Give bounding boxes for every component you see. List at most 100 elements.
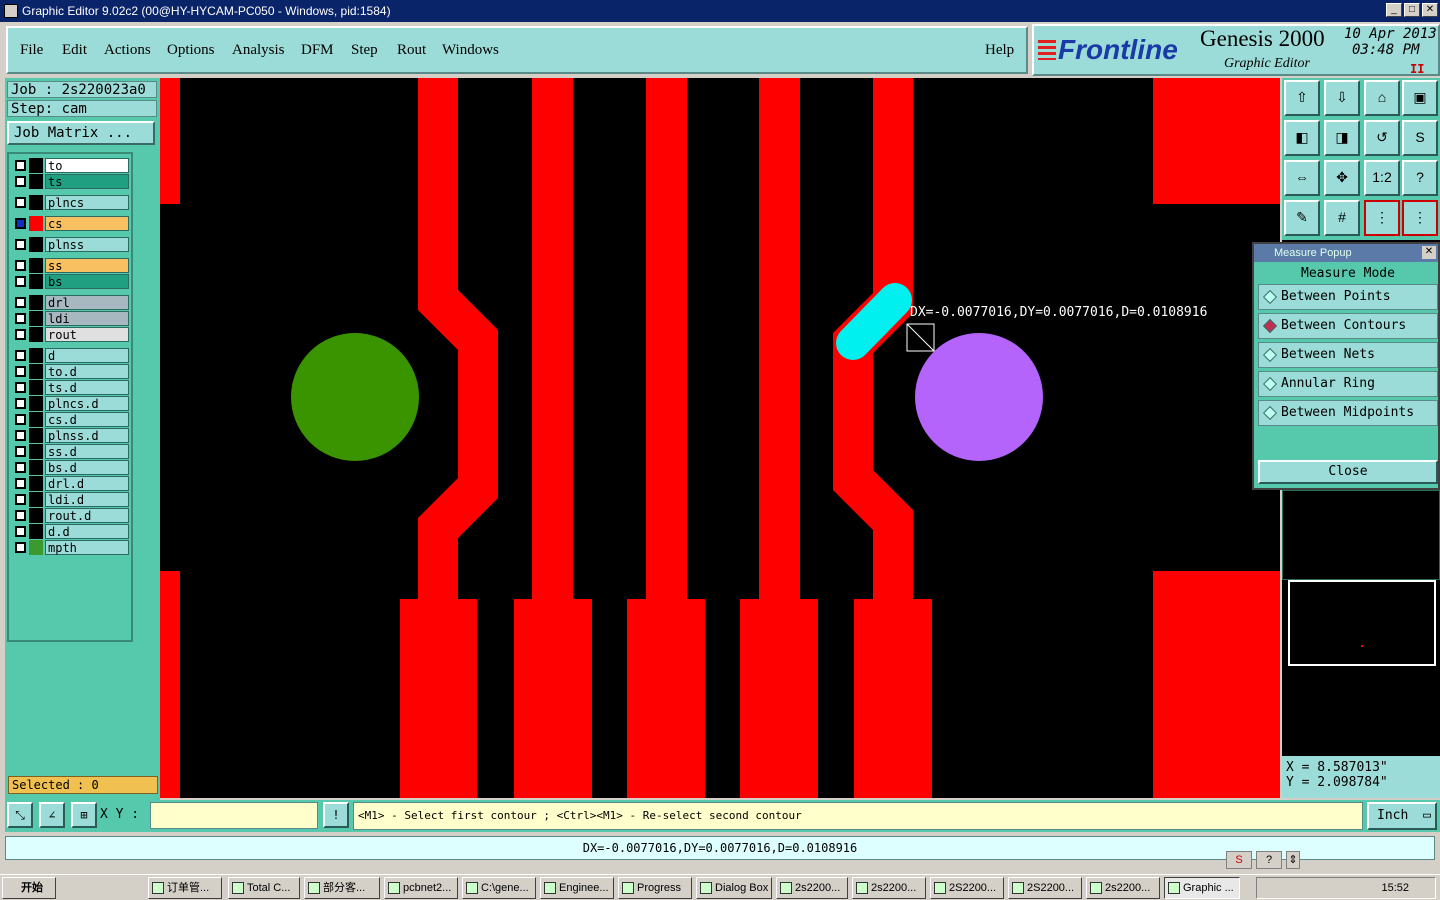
xy-input[interactable] [150,802,318,829]
taskbar-item[interactable]: Graphic ... [1164,877,1240,899]
layer-color-swatch[interactable] [29,508,43,523]
layer-checkbox[interactable] [15,197,26,208]
layer-name[interactable]: drl.d [45,476,129,491]
layer-checkbox[interactable] [15,542,26,553]
question-icon[interactable]: ? [1256,851,1282,869]
layer-row-plncs[interactable]: plncs [13,195,129,210]
layer-checkbox[interactable] [15,414,26,425]
menu-windows[interactable]: Windows [442,42,499,59]
popup-close-icon[interactable]: ✕ [1422,246,1436,259]
layer-name[interactable]: rout.d [45,508,129,523]
layer-color-swatch[interactable] [29,380,43,395]
measure-tool-icon[interactable]: ✎ [1284,200,1320,236]
layer-name[interactable]: plnss [45,237,129,252]
start-button[interactable]: 开始 [2,877,56,899]
layer-name[interactable]: ss.d [45,444,129,459]
pan-left-icon[interactable]: ◧ [1284,120,1320,156]
layer-checkbox[interactable] [15,462,26,473]
layer-color-swatch[interactable] [29,444,43,459]
home-icon[interactable]: ⌂ [1364,80,1400,116]
job-matrix-button[interactable]: Job Matrix ... [7,121,155,145]
layer-checkbox[interactable] [15,366,26,377]
layer-row-ts[interactable]: ts [13,174,129,189]
taskbar-item[interactable]: Total C... [228,877,300,899]
layer-color-swatch[interactable] [29,428,43,443]
taskbar-item[interactable]: 2s2200... [1086,877,1160,899]
layer-name[interactable]: ldi [45,311,129,326]
layer-color-swatch[interactable] [29,295,43,310]
menu-step[interactable]: Step [351,42,378,59]
layer-name[interactable]: rout [45,327,129,342]
layer-name[interactable]: plncs.d [45,396,129,411]
nets-icon[interactable]: ⋮ [1364,200,1400,236]
layer-row-plnss-d[interactable]: plnss.d [13,428,129,443]
layer-checkbox[interactable] [15,478,26,489]
layer-row-d[interactable]: d [13,348,129,363]
layer-row-ldi-d[interactable]: ldi.d [13,492,129,507]
pan-right-icon[interactable]: ◨ [1324,120,1360,156]
taskbar-item[interactable]: 2s2200... [852,877,926,899]
layer-checkbox[interactable] [15,430,26,441]
layer-checkbox[interactable] [15,160,26,171]
layer-name[interactable]: to.d [45,364,129,379]
minimize-button[interactable]: _ [1386,3,1402,17]
scale-1-2-icon[interactable]: 1:2 [1364,160,1400,196]
layer-checkbox[interactable] [15,526,26,537]
layer-checkbox[interactable] [15,218,26,229]
snake-icon[interactable]: S [1402,120,1438,156]
layer-name[interactable]: ts [45,174,129,189]
option-annular-ring[interactable]: Annular Ring [1258,371,1438,397]
layer-name[interactable]: d.d [45,524,129,539]
layer-name[interactable]: cs [45,216,129,231]
layer-checkbox[interactable] [15,350,26,361]
layer-color-swatch[interactable] [29,396,43,411]
taskbar-item[interactable]: 2S2200... [930,877,1004,899]
option-between-contours[interactable]: Between Contours [1258,313,1438,339]
taskbar-item[interactable]: Dialog Box [696,877,772,899]
layer-row-plncs-d[interactable]: plncs.d [13,396,129,411]
layer-checkbox[interactable] [15,446,26,457]
angle-icon[interactable]: ∠ [39,802,65,828]
layer-row-ss[interactable]: ss [13,258,129,273]
layer-color-swatch[interactable] [29,524,43,539]
layer-name[interactable]: plnss.d [45,428,129,443]
grid-icon[interactable]: # [1324,200,1360,236]
layer-color-swatch[interactable] [29,412,43,427]
layer-checkbox[interactable] [15,276,26,287]
layer-name[interactable]: bs [45,274,129,289]
layer-name[interactable]: plncs [45,195,129,210]
layer-name[interactable]: d [45,348,129,363]
layer-color-swatch[interactable] [29,364,43,379]
layer-name[interactable]: bs.d [45,460,129,475]
zoom-back-icon[interactable]: ↺ [1364,120,1400,156]
taskbar-item[interactable]: pcbnet2... [384,877,458,899]
layer-color-swatch[interactable] [29,258,43,273]
layer-row-ss-d[interactable]: ss.d [13,444,129,459]
menu-help[interactable]: Help [985,42,1014,59]
layer-name[interactable]: mpth [45,540,129,555]
layer-row-plnss[interactable]: plnss [13,237,129,252]
layer-checkbox[interactable] [15,313,26,324]
layer-color-swatch[interactable] [29,327,43,342]
taskbar-item[interactable]: C:\gene... [462,877,536,899]
layer-checkbox[interactable] [15,510,26,521]
layer-color-swatch[interactable] [29,476,43,491]
layer-row-rout[interactable]: rout [13,327,129,342]
save-down-icon[interactable]: ⇩ [1324,80,1360,116]
menu-rout[interactable]: Rout [397,42,426,59]
menu-file[interactable]: File [20,42,43,59]
close-window-button[interactable]: ✕ [1422,3,1438,17]
taskbar-item[interactable]: 部分客... [304,877,380,899]
layer-color-swatch[interactable] [29,158,43,173]
taskbar-item[interactable]: 订单管... [148,877,222,899]
layer-color-swatch[interactable] [29,216,43,231]
layer-row-bs[interactable]: bs [13,274,129,289]
layer-checkbox[interactable] [15,260,26,271]
layer-row-mpth[interactable]: mpth [13,540,129,555]
menu-options[interactable]: Options [167,42,215,59]
pause-icon[interactable]: II [1410,62,1424,76]
fit-screen-icon[interactable]: ⇔ [1284,160,1320,196]
grid-snap-icon[interactable]: ⊞ [71,802,97,828]
help-icon[interactable]: ? [1402,160,1438,196]
layer-checkbox[interactable] [15,297,26,308]
